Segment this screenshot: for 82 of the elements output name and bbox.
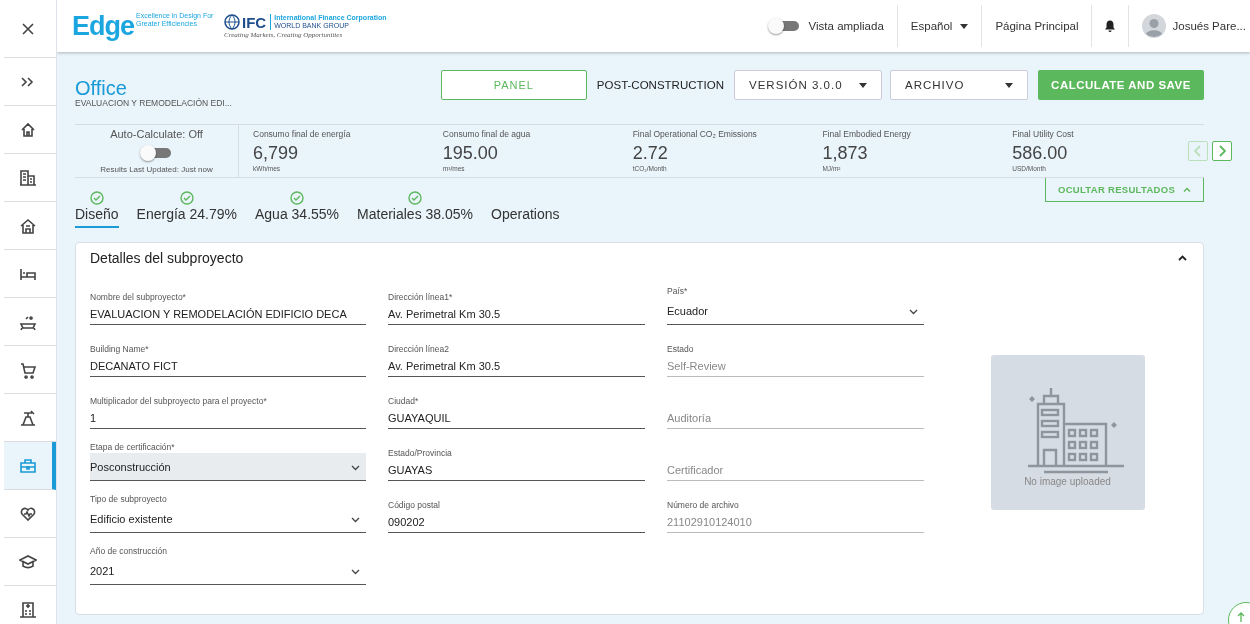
chevron-down-icon <box>909 309 918 315</box>
metric-label: Consumo final de agua <box>442 129 532 139</box>
field-label: Estado/Provincia <box>388 447 453 459</box>
select-field[interactable]: 2021 <box>90 557 366 585</box>
tab[interactable]: Energía 24.79% <box>136 206 237 228</box>
input-field[interactable]: GUAYAQUIL <box>388 407 645 429</box>
field-label: Dirección línea1* <box>388 291 454 303</box>
briefcase-icon <box>19 456 37 475</box>
metric-label: Final Operational CO₂ Emissions <box>632 129 758 139</box>
version-dropdown[interactable]: VERSIÓN 3.0.0 <box>734 70 882 100</box>
home-link[interactable]: Página Principal <box>995 20 1079 32</box>
caret-icon <box>960 23 969 29</box>
phase-label: POST-CONSTRUCTION <box>596 79 724 91</box>
input-field[interactable]: 090202 <box>388 511 645 533</box>
toggle-switch[interactable] <box>770 21 799 31</box>
input-field[interactable]: GUAYAS <box>388 459 645 481</box>
machine-icon <box>19 408 37 427</box>
metric-value: 2.72 <box>632 142 669 165</box>
ifc-logo-text: IFC <box>242 13 267 31</box>
image-caption: No image uploaded <box>1024 476 1111 487</box>
project-title: Office <box>75 78 128 98</box>
edge-logo-text: Edge <box>72 10 134 42</box>
field-label: Año de construcción <box>90 545 169 557</box>
chevron-up-icon[interactable] <box>1178 255 1187 261</box>
field-label: Número de archivo <box>667 499 740 511</box>
language-menu[interactable]: Español <box>910 20 969 32</box>
select-field[interactable]: Edificio existente <box>90 505 366 533</box>
globe-icon <box>224 14 240 30</box>
home-icon <box>19 120 37 139</box>
toggle-label: Vista ampliada <box>808 20 884 32</box>
sidebar-item[interactable] <box>4 442 56 490</box>
input-field[interactable]: EVALUACION Y REMODELACIÓN EDIFICIO DECA <box>90 303 366 325</box>
graduation-cap-icon <box>19 552 37 571</box>
bell-icon[interactable] <box>1105 20 1116 32</box>
input-field[interactable]: Av. Perimetral Km 30.5 <box>388 303 645 325</box>
field-label: Etapa de certificación* <box>90 441 176 453</box>
last-updated-text: Results Last Updated: Just now <box>100 165 213 174</box>
field-label: Ciudad* <box>388 395 420 407</box>
arrow-up-icon <box>1237 612 1245 622</box>
input-field[interactable]: Av. Perimetral Km 30.5 <box>388 355 645 377</box>
tab[interactable]: Diseño <box>75 206 119 228</box>
tab[interactable]: Agua 34.55% <box>255 206 340 228</box>
file-dropdown[interactable]: ARCHIVO <box>890 70 1028 100</box>
metric-value: 195.00 <box>442 142 499 165</box>
chevron-down-icon <box>351 465 360 471</box>
chevron-left-icon <box>1194 145 1202 157</box>
metric-label: Final Embodied Energy <box>822 129 912 139</box>
auto-calculate-label: Auto-Calculate: Off <box>110 128 203 140</box>
caret-icon <box>1005 82 1013 88</box>
input-field[interactable]: 1 <box>90 407 366 429</box>
project-subtitle: EVALUACION Y REMODELACIÓN EDI... <box>75 98 232 108</box>
chevron-right-icon <box>1218 145 1226 157</box>
field-label: Código postal <box>388 499 441 511</box>
metric-value: 6,799 <box>253 142 300 165</box>
field-label: Multiplicador del subproyecto para el proyecto* <box>90 395 268 407</box>
chevron-up-icon <box>1183 187 1192 192</box>
toggle-switch[interactable] <box>142 147 171 158</box>
field-label: Dirección línea2 <box>388 343 450 355</box>
user-name[interactable]: Josués Pare... <box>1172 20 1246 32</box>
chevron-down-icon <box>351 517 360 523</box>
chevron-down-icon <box>351 569 360 575</box>
house-icon <box>19 216 37 235</box>
cart-icon <box>19 360 37 379</box>
metric-value: 1,873 <box>822 142 869 165</box>
metric-value: 586.00 <box>1012 142 1069 165</box>
tab[interactable]: Operations <box>491 206 560 228</box>
tab[interactable]: Materiales 38.05% <box>357 206 474 228</box>
metric-label: Final Utility Cost <box>1012 129 1075 139</box>
metric-label: Consumo final de energía <box>253 129 352 139</box>
next-button[interactable] <box>1212 141 1232 161</box>
avatar-icon <box>1142 14 1167 38</box>
caret-icon <box>859 82 867 88</box>
select-field[interactable]: Ecuador <box>667 297 924 325</box>
field-label: Estado <box>667 343 695 355</box>
field-label: Nombre del subproyecto* <box>90 291 187 303</box>
field-label: País* <box>667 285 689 297</box>
card-title: Detalles del subproyecto <box>90 250 244 266</box>
field-label: Tipo de subproyecto <box>90 493 168 505</box>
input-field[interactable]: DECANATO FICT <box>90 355 366 377</box>
hospital-icon <box>19 600 37 619</box>
buildings-icon <box>19 168 37 187</box>
field-label: Building Name* <box>90 343 150 355</box>
